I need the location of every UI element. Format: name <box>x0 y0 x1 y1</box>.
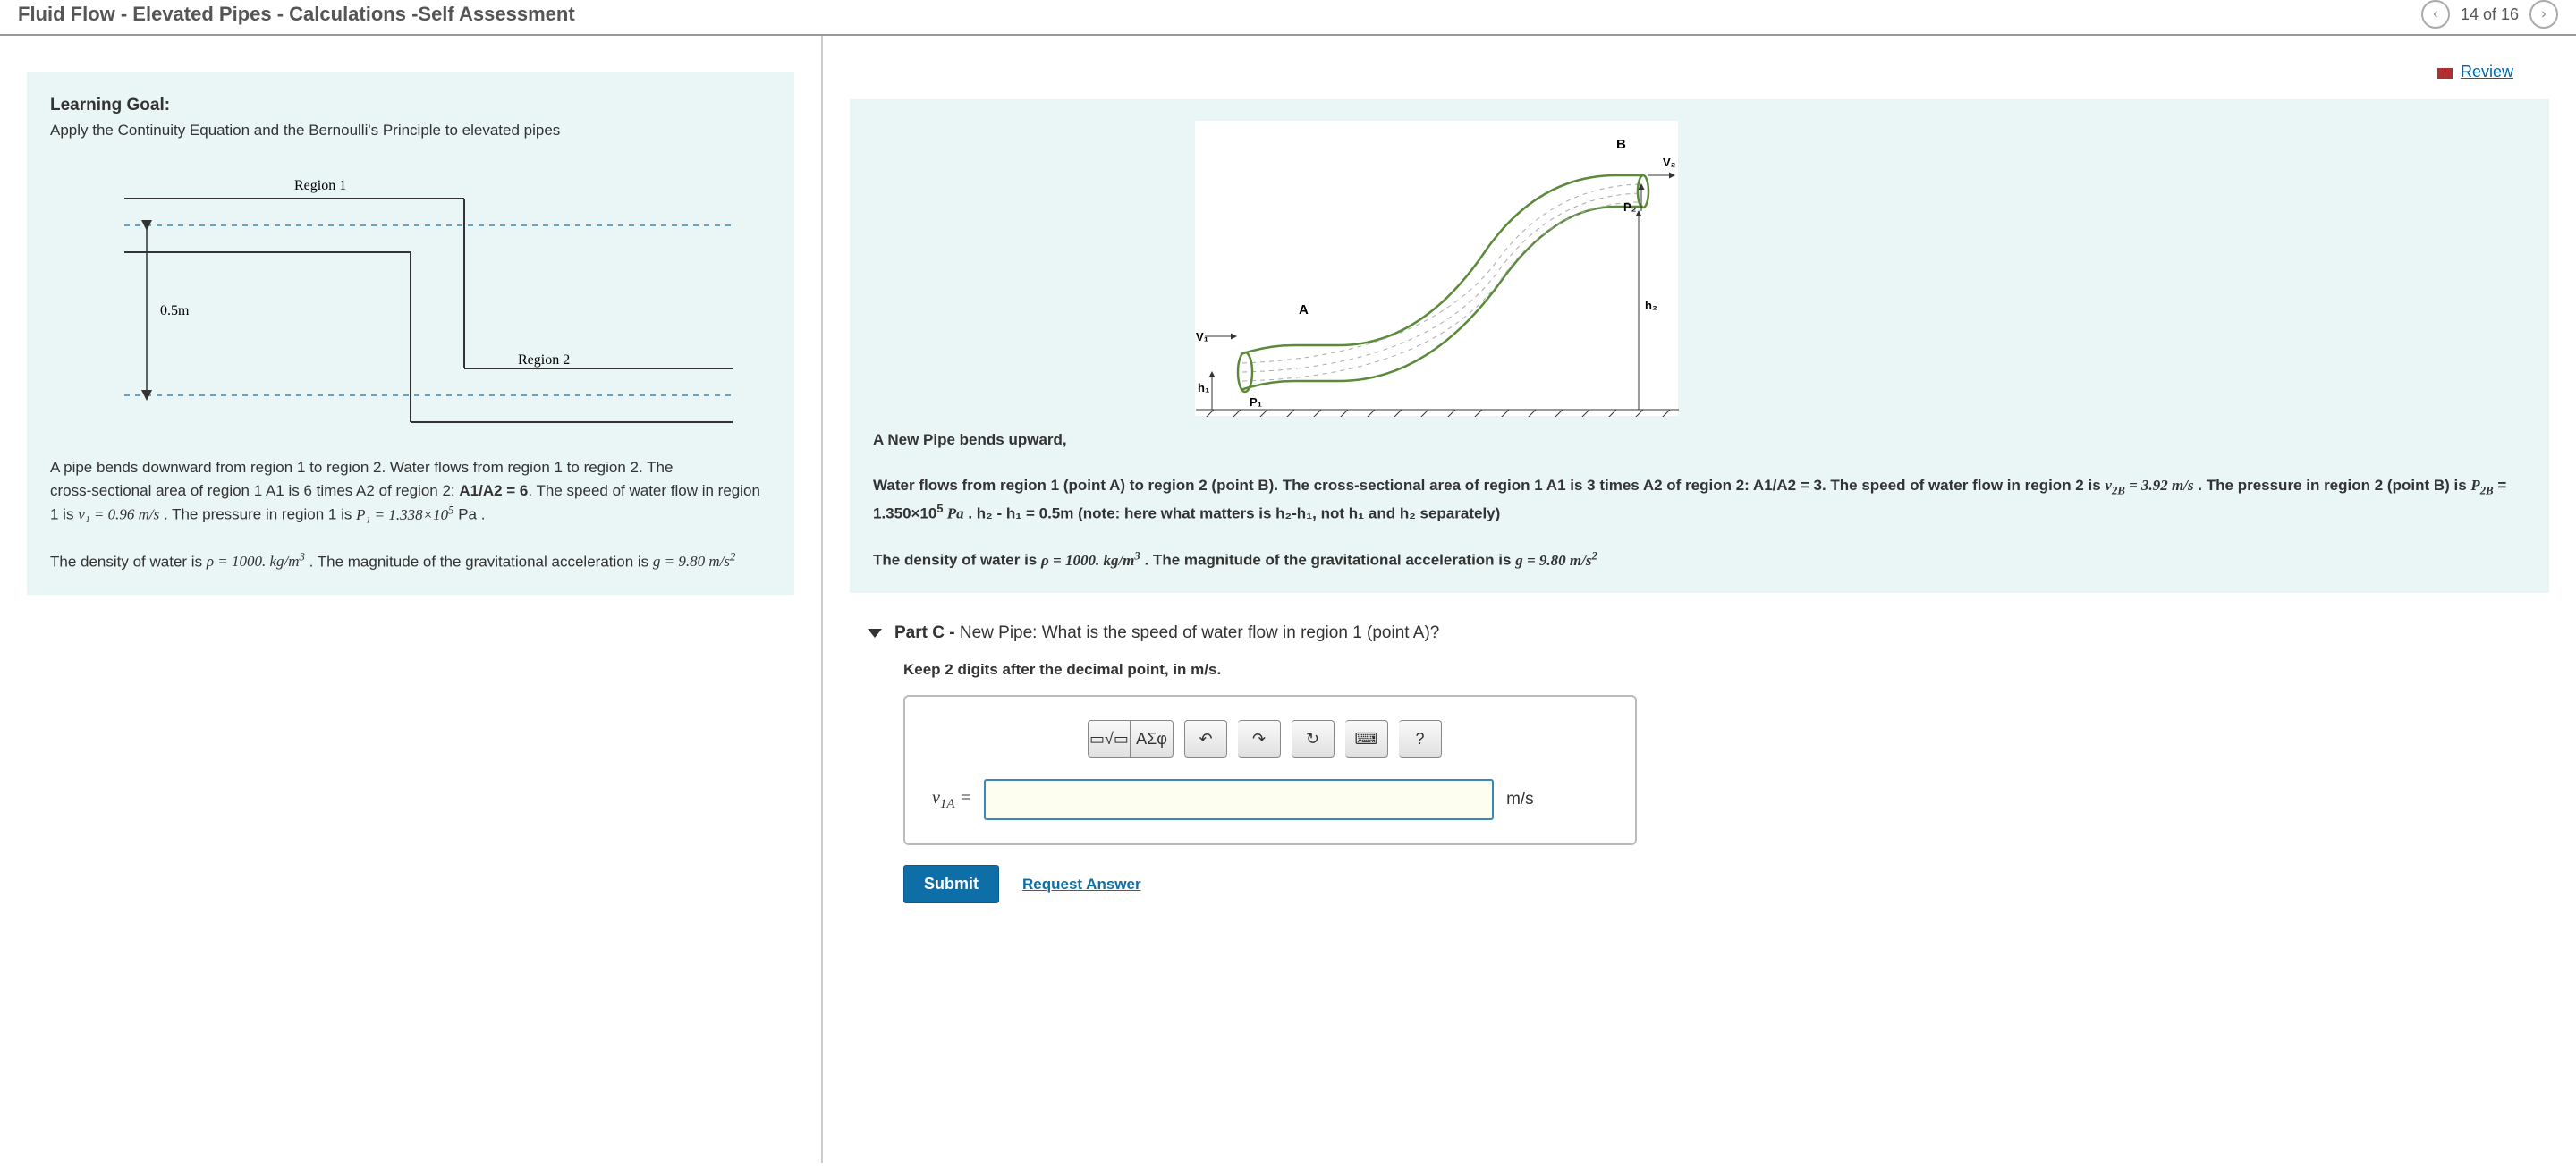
answer-frame: ▭√▭ ΑΣφ ↶ ↷ ↻ ⌨ ? v1A = m/s <box>903 695 1637 845</box>
caret-down-icon <box>868 629 882 638</box>
page-title: Fluid Flow - Elevated Pipes - Calculatio… <box>18 3 575 26</box>
progress-text: 14 of 16 <box>2461 5 2519 24</box>
region1-label: Region 1 <box>294 178 346 193</box>
review-link[interactable]: Review <box>2461 63 2513 80</box>
fig-V1: V₁ <box>1196 330 1208 343</box>
intro-panel: A B V₁ V₂ P₁ P₂ h₁ h₂ A New Pipe bends u… <box>850 99 2549 593</box>
input-row: v1A = m/s <box>932 779 1608 820</box>
fig-B: B <box>1616 137 1626 152</box>
variable-label: v1A = <box>932 788 971 812</box>
learning-goal-title: Learning Goal: <box>50 93 771 119</box>
intro-line1: A New Pipe bends upward, <box>873 428 2526 452</box>
templates-button[interactable]: ▭√▭ <box>1088 720 1131 758</box>
part-title: Part C - New Pipe: What is the speed of … <box>894 623 1439 643</box>
left-paragraph-1: A pipe bends downward from region 1 to r… <box>50 456 771 526</box>
fig-A: A <box>1299 302 1309 318</box>
left-diagram: Region 1 Region 2 0.5m <box>71 163 750 449</box>
left-column: Learning Goal: Apply the Continuity Equa… <box>0 36 823 1163</box>
submit-row: Submit Request Answer <box>903 865 2549 903</box>
fig-V2: V₂ <box>1663 156 1676 169</box>
intro-line3: The density of water is ρ = 1000. kg/m3 … <box>873 547 2526 572</box>
fig-h2: h₂ <box>1645 299 1657 312</box>
answer-input[interactable] <box>984 779 1494 820</box>
symbols-button[interactable]: ΑΣφ <box>1131 720 1174 758</box>
answer-area: Keep 2 digits after the decimal point, i… <box>903 661 2549 903</box>
fig-P1: P₁ <box>1250 395 1262 409</box>
request-answer-link[interactable]: Request Answer <box>1022 876 1141 894</box>
learning-goal-text: Apply the Continuity Equation and the Be… <box>50 119 771 142</box>
submit-button[interactable]: Submit <box>903 865 999 903</box>
equation-toolbar: ▭√▭ ΑΣφ ↶ ↷ ↻ ⌨ ? <box>1020 720 1521 758</box>
next-button[interactable]: › <box>2529 0 2558 29</box>
intro-figure: A B V₁ V₂ P₁ P₂ h₁ h₂ <box>1195 121 1678 416</box>
redo-button[interactable]: ↷ <box>1238 720 1281 758</box>
region2-label: Region 2 <box>518 352 570 368</box>
help-button[interactable]: ? <box>1399 720 1442 758</box>
fig-h1: h₁ <box>1198 381 1209 394</box>
right-column: Review <box>823 36 2576 1163</box>
part-header[interactable]: Part C - New Pipe: What is the speed of … <box>850 611 2549 661</box>
height-label: 0.5m <box>160 303 190 318</box>
keyboard-button[interactable]: ⌨ <box>1345 720 1388 758</box>
reset-button[interactable]: ↻ <box>1292 720 1335 758</box>
hint-text: Keep 2 digits after the decimal point, i… <box>903 661 2549 679</box>
page-header: Fluid Flow - Elevated Pipes - Calculatio… <box>0 0 2576 36</box>
review-icon <box>2436 67 2453 80</box>
undo-button[interactable]: ↶ <box>1184 720 1227 758</box>
prev-button[interactable]: ‹ <box>2421 0 2450 29</box>
item-nav: ‹ 14 of 16 › <box>2421 0 2558 29</box>
left-paragraph-2: The density of water is ρ = 1000. kg/m3 … <box>50 549 771 573</box>
unit-label: m/s <box>1506 790 1534 809</box>
fig-P2: P₂ <box>1623 200 1637 214</box>
intro-line2: Water flows from region 1 (point A) to r… <box>873 474 2526 525</box>
learning-goal-panel: Learning Goal: Apply the Continuity Equa… <box>27 72 794 595</box>
